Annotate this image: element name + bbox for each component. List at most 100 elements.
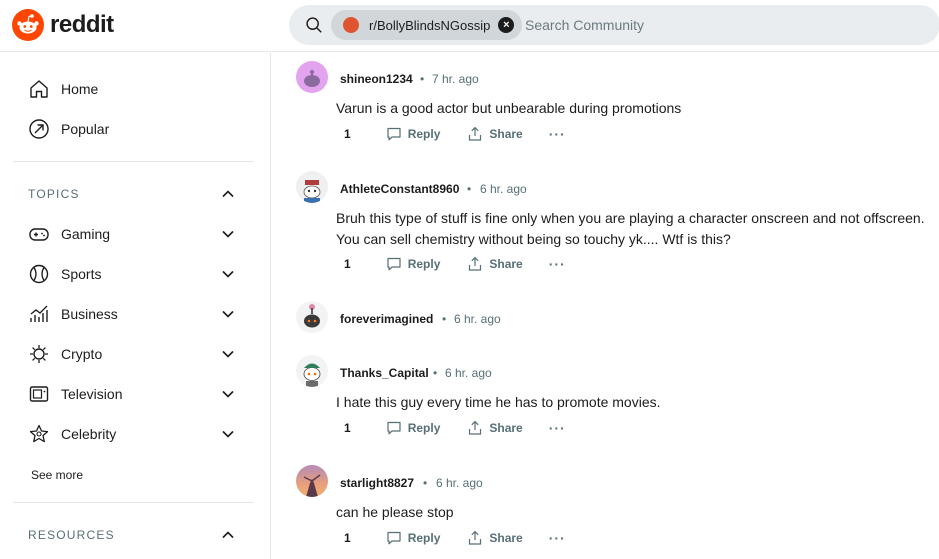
- comment-body: I hate this guy every time he has to pro…: [336, 394, 661, 410]
- chevron-down-icon[interactable]: [220, 386, 236, 402]
- share-button[interactable]: Share: [467, 256, 523, 272]
- sidebar-item-label: Business: [61, 306, 118, 322]
- community-avatar-icon: [343, 17, 359, 33]
- share-label: Share: [489, 531, 523, 545]
- comment-username[interactable]: AthleteConstant8960: [340, 182, 459, 196]
- sidebar-item-label: Television: [61, 386, 123, 402]
- logo-wordmark: reddit: [50, 11, 114, 38]
- reddit-snoo-icon: [12, 9, 44, 41]
- celebrity-icon: [29, 424, 49, 443]
- share-label: Share: [489, 127, 523, 141]
- share-button[interactable]: Share: [467, 420, 523, 436]
- more-options-button[interactable]: ···: [549, 256, 566, 272]
- sidebar-item-sports[interactable]: Sports: [28, 260, 101, 288]
- chevron-up-icon[interactable]: [220, 186, 236, 202]
- vote-count: 1: [344, 127, 351, 141]
- vote-count: 1: [344, 421, 351, 435]
- comment-username[interactable]: starlight8827: [340, 476, 414, 490]
- more-options-button[interactable]: ···: [549, 126, 566, 142]
- avatar[interactable]: [296, 61, 328, 93]
- comment-actions: 1 Reply Share ···: [336, 418, 566, 438]
- comment-body: can he please stop: [336, 504, 454, 520]
- sidebar-item-crypto[interactable]: Crypto: [28, 340, 102, 368]
- comment-timestamp[interactable]: 6 hr. ago: [436, 476, 483, 490]
- comment-bubble-icon: [387, 257, 401, 271]
- search-bar[interactable]: r/BollyBlindsNGossip ×: [289, 5, 939, 45]
- snoo-avatar-icon: [303, 180, 321, 203]
- comment-username[interactable]: shineon1234: [340, 72, 413, 86]
- search-input[interactable]: [525, 15, 905, 35]
- reply-button[interactable]: Reply: [386, 126, 441, 142]
- comment: Thanks_Capital • 6 hr. ago I hate this g…: [296, 355, 936, 445]
- community-chip[interactable]: r/BollyBlindsNGossip ×: [331, 10, 523, 40]
- more-options-button[interactable]: ···: [549, 420, 566, 436]
- resources-heading[interactable]: RESOURCES: [28, 528, 115, 542]
- sidebar-item-gaming[interactable]: Gaming: [28, 220, 110, 248]
- comment-timestamp[interactable]: 6 hr. ago: [454, 312, 501, 326]
- top-header: reddit r/BollyBlindsNGossip ×: [0, 0, 939, 52]
- crypto-icon: [30, 345, 48, 363]
- comment-username[interactable]: Thanks_Capital: [340, 366, 429, 380]
- snoo-avatar-icon: [304, 70, 320, 87]
- search-icon: [306, 17, 322, 33]
- avatar[interactable]: [296, 465, 328, 497]
- share-label: Share: [489, 257, 523, 271]
- separator-dot: •: [467, 182, 472, 196]
- comment-bubble-icon: [387, 531, 401, 545]
- reply-button[interactable]: Reply: [386, 256, 440, 272]
- television-icon: [29, 386, 49, 402]
- reply-button[interactable]: Reply: [386, 420, 441, 436]
- avatar[interactable]: [296, 301, 328, 333]
- share-label: Share: [489, 421, 523, 435]
- comment: foreverimagined • 6 hr. ago: [296, 301, 936, 337]
- avatar[interactable]: [296, 355, 328, 387]
- more-options-button[interactable]: ···: [549, 530, 566, 546]
- sidebar-divider: [13, 502, 254, 503]
- separator-dot: •: [420, 72, 425, 86]
- reply-button[interactable]: Reply: [386, 530, 440, 546]
- chevron-down-icon[interactable]: [220, 346, 236, 362]
- topics-heading[interactable]: TOPICS: [28, 187, 80, 201]
- chevron-down-icon[interactable]: [220, 266, 236, 282]
- share-icon: [469, 126, 482, 141]
- reply-label: Reply: [407, 127, 441, 141]
- reply-label: Reply: [407, 421, 441, 435]
- chevron-down-icon[interactable]: [220, 306, 236, 322]
- share-button[interactable]: Share: [467, 530, 523, 546]
- close-icon[interactable]: ×: [498, 17, 515, 33]
- separator-dot: •: [433, 366, 438, 380]
- separator-dot: •: [423, 476, 428, 490]
- see-more-link[interactable]: See more: [31, 468, 83, 482]
- comment: shineon1234 • 7 hr. ago Varun is a good …: [296, 61, 936, 151]
- comment-timestamp[interactable]: 7 hr. ago: [432, 72, 479, 86]
- sidebar-item-business[interactable]: Business: [28, 300, 118, 328]
- comment-timestamp[interactable]: 6 hr. ago: [445, 366, 492, 380]
- reddit-logo[interactable]: reddit: [12, 9, 114, 41]
- gaming-icon: [29, 228, 49, 241]
- chevron-down-icon[interactable]: [220, 226, 236, 242]
- chevron-up-icon[interactable]: [220, 527, 236, 543]
- comment-actions: 1 Reply Share ···: [336, 254, 566, 274]
- comment: starlight8827 • 6 hr. ago can he please …: [296, 465, 936, 555]
- sidebar-item-label: Home: [61, 81, 99, 97]
- snoo-avatar-icon: [303, 363, 321, 387]
- sidebar-item-label: Celebrity: [61, 426, 117, 442]
- sidebar-item-popular[interactable]: Popular: [28, 115, 109, 143]
- comment-timestamp[interactable]: 6 hr. ago: [480, 182, 527, 196]
- avatar[interactable]: [296, 171, 328, 203]
- comment-actions: 1 Reply Share ···: [336, 528, 566, 548]
- share-icon: [469, 530, 482, 545]
- sports-icon: [29, 264, 49, 284]
- comment-username[interactable]: foreverimagined: [340, 312, 433, 326]
- sidebar-item-celebrity[interactable]: Celebrity: [28, 420, 116, 448]
- sidebar-item-home[interactable]: Home: [28, 75, 98, 103]
- separator-dot: •: [442, 312, 447, 326]
- vote-count: 1: [344, 257, 351, 271]
- share-button[interactable]: Share: [467, 126, 523, 142]
- comment-body: Varun is a good actor but unbearable dur…: [336, 100, 682, 116]
- sidebar-item-television[interactable]: Television: [28, 380, 122, 408]
- sidebar-divider: [13, 161, 254, 162]
- share-icon: [469, 420, 482, 435]
- chevron-down-icon[interactable]: [220, 426, 236, 442]
- vote-count: 1: [344, 531, 351, 545]
